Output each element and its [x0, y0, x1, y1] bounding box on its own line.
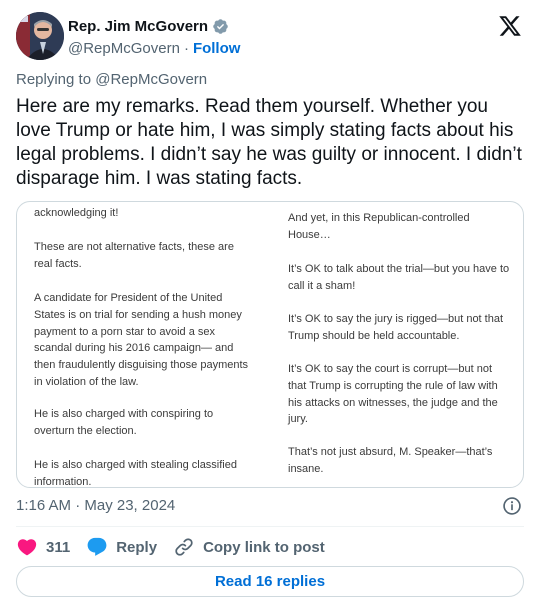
read-replies-button[interactable]: Read 16 replies [16, 566, 524, 597]
remarks-paragraph: He is also charged with conspiring to ov… [34, 408, 214, 437]
tweet-header: Rep. Jim McGovern @RepMcGovern · Follow [16, 12, 524, 60]
author-info: Rep. Jim McGovern @RepMcGovern · Follow [68, 16, 240, 58]
display-name[interactable]: Rep. Jim McGovern [68, 18, 208, 35]
verified-badge-icon [213, 18, 228, 34]
like-button[interactable]: 311 [16, 536, 70, 558]
remarks-paragraph: That’s not just absurd, M. Speaker—that’… [288, 446, 493, 475]
follow-button[interactable]: Follow [193, 40, 241, 57]
like-count: 311 [46, 538, 71, 556]
action-bar: 311 Reply Copy link to post [16, 535, 341, 559]
remarks-paragraph: It’s OK to say the jury is rigged—but no… [288, 313, 504, 342]
remarks-paragraph: A candidate for President of the United … [34, 292, 249, 388]
remarks-paragraph: It’s OK to say the court is corrupt—but … [288, 363, 498, 426]
reply-button[interactable]: Reply [86, 536, 157, 558]
separator-dot: · [183, 39, 189, 57]
divider [16, 526, 524, 527]
remarks-paragraph: It’s OK to talk about the trial—but you … [288, 263, 510, 292]
replying-to[interactable]: Replying to @RepMcGovern [16, 71, 207, 88]
tweet-timestamp[interactable]: 1:16 AM · May 23, 2024 [16, 497, 175, 514]
reply-bubble-icon [87, 537, 107, 556]
x-logo-icon[interactable] [498, 14, 522, 38]
tweet-text: Here are my remarks. Read them yourself.… [16, 96, 522, 189]
info-icon[interactable] [502, 496, 522, 516]
remarks-paragraph: He is also charged with stealing classif… [34, 459, 237, 488]
heart-icon [17, 539, 37, 556]
link-icon [175, 538, 193, 556]
avatar[interactable] [16, 12, 64, 60]
reply-label: Reply [116, 538, 158, 556]
remarks-paragraph: And yet, in this Republican-controlled H… [288, 212, 470, 241]
author-handle[interactable]: @RepMcGovern [68, 40, 180, 57]
remarks-paragraph: acknowledging it! [34, 207, 119, 219]
attached-image[interactable]: acknowledging it! These are not alternat… [16, 201, 524, 488]
copy-link-button[interactable]: Copy link to post [173, 536, 325, 558]
tweet-card: Rep. Jim McGovern @RepMcGovern · Follow … [0, 0, 540, 613]
remarks-paragraph: These are not alternative facts, these a… [34, 241, 234, 270]
copy-link-label: Copy link to post [203, 538, 325, 556]
